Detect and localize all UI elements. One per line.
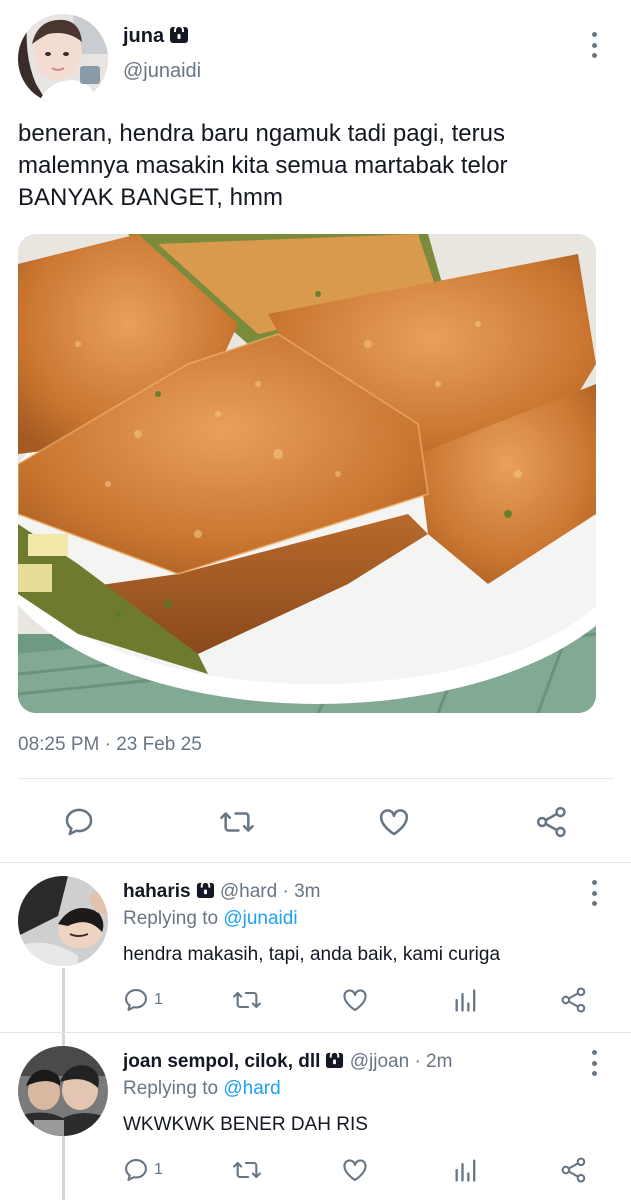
retweet-icon (233, 991, 261, 1009)
reply-avatar[interactable] (18, 876, 108, 966)
author-name-text: juna (123, 25, 165, 47)
share-button[interactable] (560, 1156, 588, 1184)
author-name[interactable]: juna (123, 24, 189, 50)
more-icon[interactable] (588, 1050, 600, 1076)
retweet-icon (220, 812, 254, 832)
reply-author-name: joan sempol, cilok, dll (123, 1051, 321, 1072)
reply-text: hendra makasih, tapi, anda baik, kami cu… (123, 944, 501, 965)
reply-author-name: haharis (123, 881, 191, 902)
author-handle[interactable]: @junaidi (123, 60, 201, 83)
reply-time: · 2m (414, 1051, 453, 1072)
like-icon (379, 809, 409, 836)
reply-icon (125, 1159, 147, 1181)
reply-handle: @jjoan (349, 1051, 410, 1072)
replying-to: Replying to @hard (123, 1078, 281, 1100)
like-icon (343, 989, 367, 1011)
share-button[interactable] (560, 986, 588, 1014)
reply-handle: @hard (219, 881, 278, 902)
replying-to: Replying to @junaidi (123, 908, 298, 930)
tweet-photo[interactable] (18, 234, 596, 713)
divider (18, 778, 614, 779)
tweet-timestamp: 08:25 PM · 23 Feb 25 (18, 734, 202, 755)
like-button[interactable] (377, 805, 411, 839)
like-icon (343, 1159, 367, 1181)
reply-button[interactable] (62, 805, 96, 839)
reply-button[interactable]: 1 (122, 986, 163, 1014)
reply-icon (125, 989, 147, 1011)
reply-time: · 3m (282, 881, 321, 902)
replying-label: Replying to (123, 908, 219, 929)
more-icon[interactable] (588, 880, 600, 906)
reply-author[interactable]: haharis @hard · 3m (123, 880, 320, 905)
analytics-button[interactable] (452, 986, 480, 1014)
replying-mention[interactable]: @junaidi (223, 908, 297, 929)
more-icon[interactable] (588, 32, 600, 58)
reply-button[interactable]: 1 (122, 1156, 163, 1184)
analytics-icon (455, 1159, 476, 1182)
retweet-button[interactable] (231, 1156, 263, 1184)
reply-count: 1 (154, 991, 163, 1008)
share-icon (561, 987, 586, 1013)
share-button[interactable] (535, 805, 569, 839)
lock-icon (169, 24, 189, 50)
reply-count: 1 (154, 1161, 163, 1178)
tweet-text: beneran, hendra baru ngamuk tadi pagi, t… (18, 120, 508, 211)
like-button[interactable] (341, 986, 369, 1014)
retweet-button[interactable] (218, 805, 256, 839)
divider (0, 1032, 631, 1033)
reply-avatar[interactable] (18, 1046, 108, 1136)
like-button[interactable] (341, 1156, 369, 1184)
analytics-icon (455, 989, 476, 1012)
replying-mention[interactable]: @hard (223, 1078, 280, 1099)
retweet-icon (233, 1161, 261, 1179)
author-avatar[interactable] (18, 14, 108, 104)
lock-icon (196, 880, 215, 905)
retweet-button[interactable] (231, 986, 263, 1014)
replying-label: Replying to (123, 1078, 219, 1099)
share-icon (536, 806, 566, 838)
analytics-button[interactable] (452, 1156, 480, 1184)
reply-text: WKWKWK BENER DAH RIS (123, 1114, 368, 1135)
divider (0, 862, 631, 863)
share-icon (561, 1157, 586, 1183)
lock-icon (325, 1050, 344, 1075)
reply-icon (65, 808, 93, 836)
reply-author[interactable]: joan sempol, cilok, dll @jjoan · 2m (123, 1050, 452, 1075)
